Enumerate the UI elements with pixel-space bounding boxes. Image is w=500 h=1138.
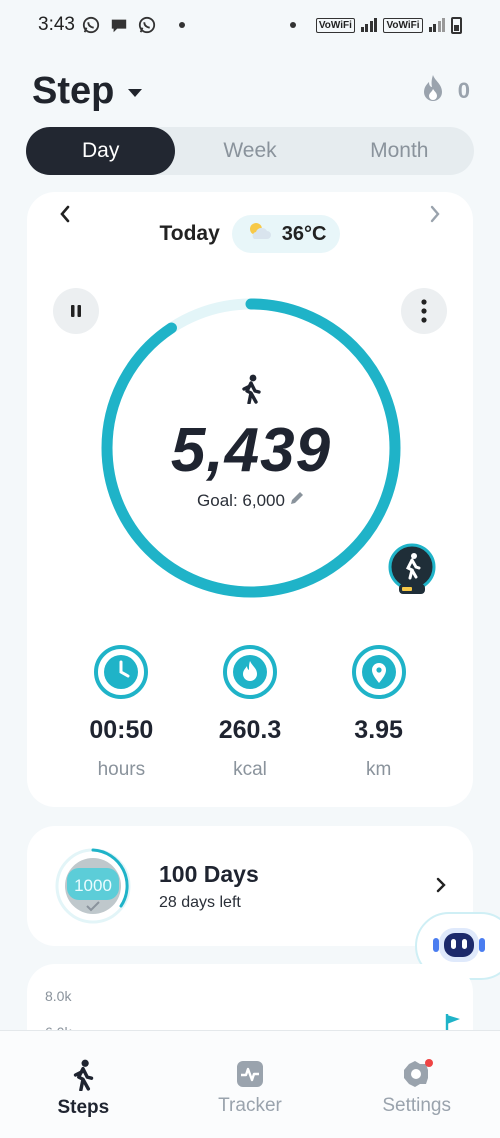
nav-tracker[interactable]: Tracker [167,1031,334,1138]
bottom-navigation: Steps Tracker Settings [0,1030,500,1138]
temperature: 36°C [281,222,327,245]
stat-unit: km [365,759,392,780]
caret-down-icon[interactable] [128,89,143,97]
nav-steps[interactable]: Steps [0,1031,167,1138]
tab-week[interactable]: Week [175,127,324,175]
stats-row: 00:50 hours 260.3 kcal 3.95 km [27,644,473,781]
chat-bubble-icon [109,15,129,35]
header: Step 0 [32,66,470,116]
streak-indicator[interactable]: 0 [420,73,470,109]
date-row: Today 36°C [27,212,473,256]
chevron-right-icon[interactable] [435,874,447,900]
signal-icon [360,18,378,32]
notification-dot [289,22,296,28]
nav-label: Steps [57,1097,110,1118]
tab-day[interactable]: Day [26,127,176,175]
status-bar: 3:43 VoWiFi VoWiFi [0,0,500,50]
pause-button[interactable] [53,288,99,334]
challenge-badge-icon: 1000 [55,848,131,924]
step-summary: 5,439 Goal: 6,000 [99,296,403,600]
nav-label: Tracker [218,1095,282,1116]
status-time: 3:43 [38,14,75,35]
location-pin-icon [351,645,406,699]
challenge-badge-text: 1000 [74,876,112,895]
streak-count: 0 [457,78,470,103]
clock-icon [94,645,149,699]
robot-icon [433,928,485,962]
walker-badge-icon[interactable] [387,542,437,596]
flame-icon [222,645,277,699]
chart-tick-label: 8.0k [45,988,72,1004]
weather-pill[interactable]: 36°C [231,215,341,253]
signal-icon [428,18,445,32]
vowifi-label: VoWiFi [383,17,423,33]
date-label: Today [159,222,220,245]
gear-icon [403,1059,433,1087]
pulse-icon [237,1061,263,1087]
partly-cloudy-icon [246,221,272,247]
challenge-card[interactable]: 1000 100 Days 28 days left [27,826,473,946]
notification-dot [178,22,185,28]
page-title[interactable]: Step [32,70,114,113]
challenge-subtitle: 28 days left [159,893,241,911]
stat-value: 00:50 [89,716,154,744]
challenge-title: 100 Days [159,860,259,887]
daily-steps-card: Today 36°C 5,439 Goal: 6,000 00:50 hours… [27,192,473,807]
nav-settings[interactable]: Settings [333,1031,500,1138]
whatsapp-icon [137,15,157,35]
battery-icon [451,16,462,34]
stat-unit: hours [97,759,146,780]
more-vertical-icon [421,299,427,323]
stat-value: 260.3 [218,716,282,744]
walker-icon [74,1059,94,1091]
nav-label: Settings [382,1095,451,1116]
vowifi-label: VoWiFi [315,17,355,33]
stat-calories: 260.3 kcal [195,644,305,781]
goal-row[interactable]: Goal: 6,000 [197,490,305,511]
edit-pencil-icon[interactable] [289,490,305,511]
notification-dot [424,1059,433,1067]
whatsapp-icon [81,15,101,35]
walker-icon [240,374,262,409]
flame-icon [420,73,446,109]
stat-value: 3.95 [354,716,403,744]
stat-duration: 00:50 hours [66,644,176,781]
tab-month[interactable]: Month [325,127,474,175]
stat-distance: 3.95 km [324,644,434,781]
more-options-button[interactable] [401,288,447,334]
stat-unit: kcal [233,759,267,780]
step-count: 5,439 [170,416,332,485]
period-tabs: Day Week Month [26,127,474,175]
challenge-text: 100 Days 28 days left [159,861,259,912]
goal-text: Goal: 6,000 [197,490,285,510]
pause-icon [71,305,81,317]
